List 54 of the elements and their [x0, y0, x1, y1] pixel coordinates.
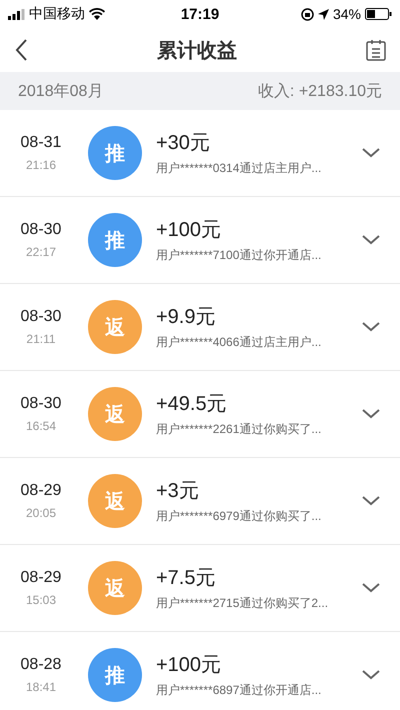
record-time: 15:03 — [26, 593, 56, 607]
record-time: 16:54 — [26, 419, 56, 433]
page-title: 累计收益 — [157, 38, 237, 64]
type-badge: 返 — [88, 300, 142, 354]
chevron-down-icon[interactable] — [362, 409, 380, 419]
record-date: 08-30 — [20, 221, 62, 239]
signal-icon — [8, 8, 25, 20]
location-arrow-icon — [318, 8, 329, 20]
carrier-name: 中国移动 — [29, 5, 85, 23]
record-amount: +100元 — [156, 653, 222, 678]
chevron-down-icon[interactable] — [362, 235, 380, 245]
record-time: 20:05 — [26, 506, 56, 520]
record-time: 22:17 — [26, 245, 56, 259]
record-detail: 用户*******6897通过你开通店... — [156, 682, 322, 699]
chevron-down-icon[interactable] — [362, 148, 380, 158]
chevron-down-icon[interactable] — [362, 496, 380, 506]
chevron-down-icon[interactable] — [362, 322, 380, 332]
income-total: 收入: +2183.10元 — [258, 82, 382, 102]
record-detail: 用户*******4066通过店主用户... — [156, 334, 322, 351]
record-amount: +3元 — [156, 479, 200, 504]
record-detail: 用户*******0314通过店主用户... — [156, 160, 322, 177]
record-date: 08-29 — [20, 482, 62, 500]
record-date: 08-29 — [20, 569, 62, 587]
record-amount: +9.9元 — [156, 305, 216, 330]
record-amount: +30元 — [156, 131, 211, 156]
battery-percent: 34% — [332, 6, 361, 22]
month-label: 2018年08月 — [18, 82, 104, 102]
type-badge: 推 — [88, 213, 142, 267]
rotation-lock-icon — [300, 8, 314, 20]
record-time: 21:11 — [26, 332, 56, 346]
record-time: 18:41 — [26, 680, 56, 694]
type-badge: 推 — [88, 648, 142, 702]
calendar-button[interactable] — [364, 37, 388, 63]
record-amount: +7.5元 — [156, 566, 216, 591]
record-detail: 用户*******2261通过你购买了... — [156, 421, 322, 438]
record-detail: 用户*******6979通过你购买了... — [156, 508, 322, 525]
record-amount: +49.5元 — [156, 392, 228, 417]
wifi-icon — [89, 8, 105, 20]
type-badge: 返 — [88, 561, 142, 615]
chevron-down-icon[interactable] — [362, 583, 380, 593]
record-date: 08-30 — [20, 308, 62, 326]
record-amount: +100元 — [156, 218, 222, 243]
chevron-down-icon[interactable] — [362, 670, 380, 680]
clock-time: 17:19 — [180, 6, 220, 22]
record-detail: 用户*******2715通过你购买了2... — [156, 595, 330, 612]
record-date: 08-30 — [20, 395, 62, 413]
battery-icon — [365, 8, 392, 20]
record-date: 08-31 — [20, 134, 62, 152]
type-badge: 推 — [88, 126, 142, 180]
type-badge: 返 — [88, 474, 142, 528]
record-date: 08-28 — [20, 656, 62, 674]
record-detail: 用户*******7100通过你开通店... — [156, 247, 322, 264]
record-time: 21:16 — [26, 158, 56, 172]
type-badge: 返 — [88, 387, 142, 441]
